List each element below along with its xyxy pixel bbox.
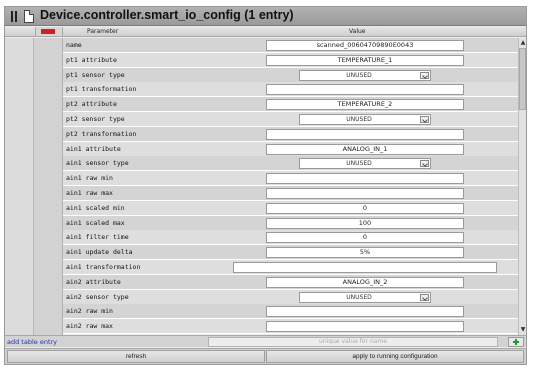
- table-row: pt2 transformation: [63, 126, 518, 142]
- parameter-label: pt2 transformation: [66, 129, 137, 138]
- value-input[interactable]: [233, 262, 497, 273]
- parameter-label: ain1 transformation: [66, 263, 141, 271]
- value-input[interactable]: 0: [266, 232, 464, 244]
- parameter-label: ain1 filter time: [66, 233, 129, 242]
- table-row: name scanned_00604709890E0043: [63, 38, 518, 53]
- parameter-label: ain1 attribute: [66, 144, 121, 153]
- parameter-label: ain1 sensor type: [66, 159, 129, 168]
- add-entry-plus-icon[interactable]: [508, 337, 524, 347]
- row-select-column[interactable]: [34, 38, 63, 335]
- table-row: ain2 raw max: [63, 319, 518, 335]
- title-bar: Device.controller.smart_io_config (1 ent…: [5, 7, 526, 26]
- parameter-table: name scanned_00604709890E0043 pt1 attribut…: [63, 38, 518, 335]
- sensor-type-select[interactable]: UNUSED: [299, 291, 431, 303]
- document-icon: [24, 10, 34, 23]
- new-entry-name-input[interactable]: unique value for name: [208, 337, 498, 347]
- select-value: UNUSED: [346, 160, 372, 168]
- value-input[interactable]: [266, 188, 464, 199]
- table-row: pt2 sensor type UNUSED: [63, 112, 518, 127]
- table-row: pt2 attribute TEMPERATURE_2: [63, 97, 518, 113]
- sensor-type-select[interactable]: UNUSED: [299, 69, 431, 81]
- select-value: UNUSED: [346, 293, 372, 301]
- table-row: ain1 sensor type UNUSED: [63, 156, 518, 172]
- parameter-label: ain1 raw max: [66, 189, 113, 197]
- chevron-down-icon[interactable]: [420, 293, 429, 301]
- value-input[interactable]: ANALOG_IN_2: [266, 276, 464, 288]
- parameter-label: pt2 attribute: [66, 100, 117, 109]
- parameter-label: pt1 sensor type: [66, 70, 125, 79]
- action-bar: refresh apply to running configuration: [5, 348, 526, 364]
- chevron-down-icon[interactable]: [420, 160, 429, 168]
- value-column-header: Value: [349, 28, 366, 35]
- scroll-up-icon[interactable]: ▲: [519, 39, 526, 47]
- parameter-label: pt2 sensor type: [66, 115, 125, 123]
- vertical-scrollbar[interactable]: ▲ ▼: [518, 38, 526, 335]
- value-input[interactable]: [266, 128, 464, 140]
- value-input[interactable]: [266, 84, 464, 96]
- table-row: ain1 transformation: [63, 260, 518, 275]
- parameter-label: pt1 attribute: [66, 55, 117, 64]
- parameter-label: ain2 raw min: [66, 307, 113, 316]
- chevron-down-icon[interactable]: [420, 116, 429, 123]
- parameter-label: ain1 scaled max: [66, 218, 125, 227]
- value-input[interactable]: TEMPERATURE_1: [266, 54, 464, 66]
- parameter-label: name: [66, 41, 82, 49]
- value-input[interactable]: TEMPERATURE_2: [266, 99, 464, 111]
- value-input[interactable]: scanned_00604709890E0043: [266, 40, 464, 51]
- table-row: ain1 filter time 0: [63, 230, 518, 246]
- table-row: ain2 raw min: [63, 304, 518, 320]
- add-entry-bar: add table entry unique value for name: [5, 335, 526, 347]
- add-table-entry-link[interactable]: add table entry: [7, 338, 57, 346]
- parameter-label: ain2 attribute: [66, 277, 121, 286]
- table-row: ain1 raw max: [63, 186, 518, 201]
- sensor-type-select[interactable]: UNUSED: [299, 158, 431, 170]
- refresh-button[interactable]: refresh: [7, 350, 265, 363]
- parameter-label: ain1 raw min: [66, 174, 113, 183]
- value-input[interactable]: [266, 321, 464, 333]
- table-row: ain2 sensor type UNUSED: [63, 289, 518, 305]
- parameter-label: pt1 transformation: [66, 85, 137, 94]
- parameter-column-header: Parameter: [87, 28, 119, 35]
- table-row: ain1 update delta 5%: [63, 245, 518, 261]
- config-window: Device.controller.smart_io_config (1 ent…: [4, 6, 527, 365]
- select-value: UNUSED: [346, 71, 372, 79]
- table-row: ain1 attribute ANALOG_IN_1: [63, 141, 518, 157]
- parameter-label: ain1 update delta: [66, 248, 133, 257]
- value-input[interactable]: 100: [266, 217, 464, 229]
- value-input[interactable]: [266, 173, 464, 185]
- value-input[interactable]: 0: [266, 202, 464, 214]
- select-value: UNUSED: [346, 116, 372, 123]
- window-title: Device.controller.smart_io_config (1 ent…: [40, 8, 294, 22]
- parameter-label: ain1 scaled min: [66, 203, 125, 212]
- table-row: ain1 scaled min 0: [63, 200, 518, 216]
- table-row: pt1 transformation: [63, 82, 518, 98]
- scroll-down-icon[interactable]: ▼: [519, 326, 526, 334]
- table-row: pt1 attribute TEMPERATURE_1: [63, 52, 518, 68]
- chevron-down-icon[interactable]: [420, 71, 429, 79]
- parameter-label: ain2 raw max: [66, 322, 113, 331]
- value-input[interactable]: 5%: [266, 247, 464, 259]
- pause-icon[interactable]: [11, 11, 18, 22]
- table-row: ain1 scaled max 100: [63, 215, 518, 231]
- row-number-column: [5, 38, 34, 335]
- table-header: Parameter Value: [5, 27, 526, 37]
- scroll-thumb[interactable]: [519, 48, 526, 110]
- table-row: pt1 sensor type UNUSED: [63, 67, 518, 83]
- value-input[interactable]: ANALOG_IN_1: [266, 143, 464, 155]
- table-row: ain2 attribute ANALOG_IN_2: [63, 274, 518, 290]
- delete-entry-icon[interactable]: [41, 29, 55, 34]
- select-all-cell[interactable]: [35, 27, 63, 36]
- apply-configuration-button[interactable]: apply to running configuration: [266, 350, 524, 363]
- value-input[interactable]: [266, 306, 464, 318]
- sensor-type-select[interactable]: UNUSED: [299, 114, 431, 125]
- table-row: ain1 raw min: [63, 171, 518, 187]
- parameter-label: ain2 sensor type: [66, 292, 129, 301]
